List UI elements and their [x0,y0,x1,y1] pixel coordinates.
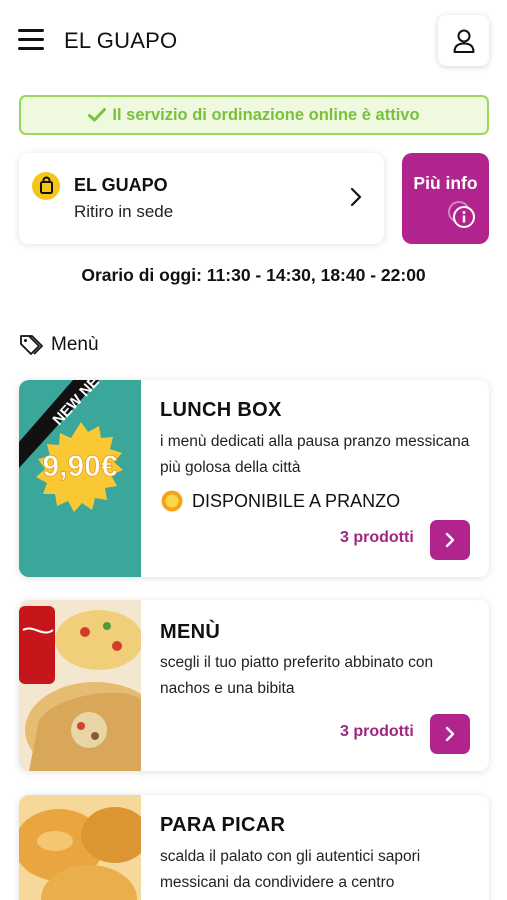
check-icon [88,108,107,122]
hamburger-icon[interactable] [18,29,44,51]
store-selector[interactable]: EL GUAPO Ritiro in sede [19,153,384,244]
more-info-label: Più info [413,173,478,193]
status-text: Il servizio di ordinazione online è atti… [112,105,420,124]
product-count: 3 prodotti [340,529,414,546]
online-ordering-status: Il servizio di ordinazione online è atti… [19,95,489,135]
open-category-button[interactable] [430,520,470,560]
card-title: PARA PICAR [160,814,286,836]
lunch-box-image: NEW NEW 9,90€ [19,380,141,577]
card-title: MENÙ [160,621,221,643]
store-name: EL GUAPO [74,175,168,195]
product-count: 3 prodotti [340,723,414,740]
price-badge-text: 9,90€ [42,450,117,483]
card-description: scegli il tuo piatto preferito abbinato … [160,654,434,697]
shopping-bag-icon [32,172,60,200]
menu-category-menu[interactable]: MENÙ scegli il tuo piatto preferito abbi… [19,600,489,771]
app-header: EL GUAPO [0,0,507,82]
availability-text: DISPONIBILE A PRANZO [192,490,401,511]
open-category-button[interactable] [430,714,470,754]
opening-hours: Orario di oggi: 11:30 - 14:30, 18:40 - 2… [81,265,426,285]
card-description: i menù dedicati alla pausa pranzo messic… [160,433,470,476]
info-icon [448,201,475,228]
user-account-button[interactable] [438,15,489,66]
menu-section-label: Menù [51,334,99,355]
chevron-right-icon [445,726,455,742]
sun-icon [161,490,183,512]
card-description: scalda il palato con gli autentici sapor… [160,848,421,891]
card-title: LUNCH BOX [160,399,282,421]
tag-icon [20,335,43,355]
brand-title: EL GUAPO [64,28,178,53]
availability-note: DISPONIBILE A PRANZO [160,489,400,513]
more-info-button[interactable]: Più info [402,153,489,244]
menu-category-para-picar[interactable]: PARA PICAR scalda il palato con gli aute… [19,795,489,900]
chevron-right-icon [350,187,362,207]
para-picar-image [19,795,141,900]
user-icon [453,29,474,53]
chevron-right-icon [445,532,455,548]
menu-category-lunch-box[interactable]: NEW NEW 9,90€ LUNCH BOX i menù dedicati … [19,380,489,577]
menu-section-heading: Menù [19,333,99,357]
pickup-mode: Ritiro in sede [74,202,174,221]
menu-combo-image [19,600,141,771]
